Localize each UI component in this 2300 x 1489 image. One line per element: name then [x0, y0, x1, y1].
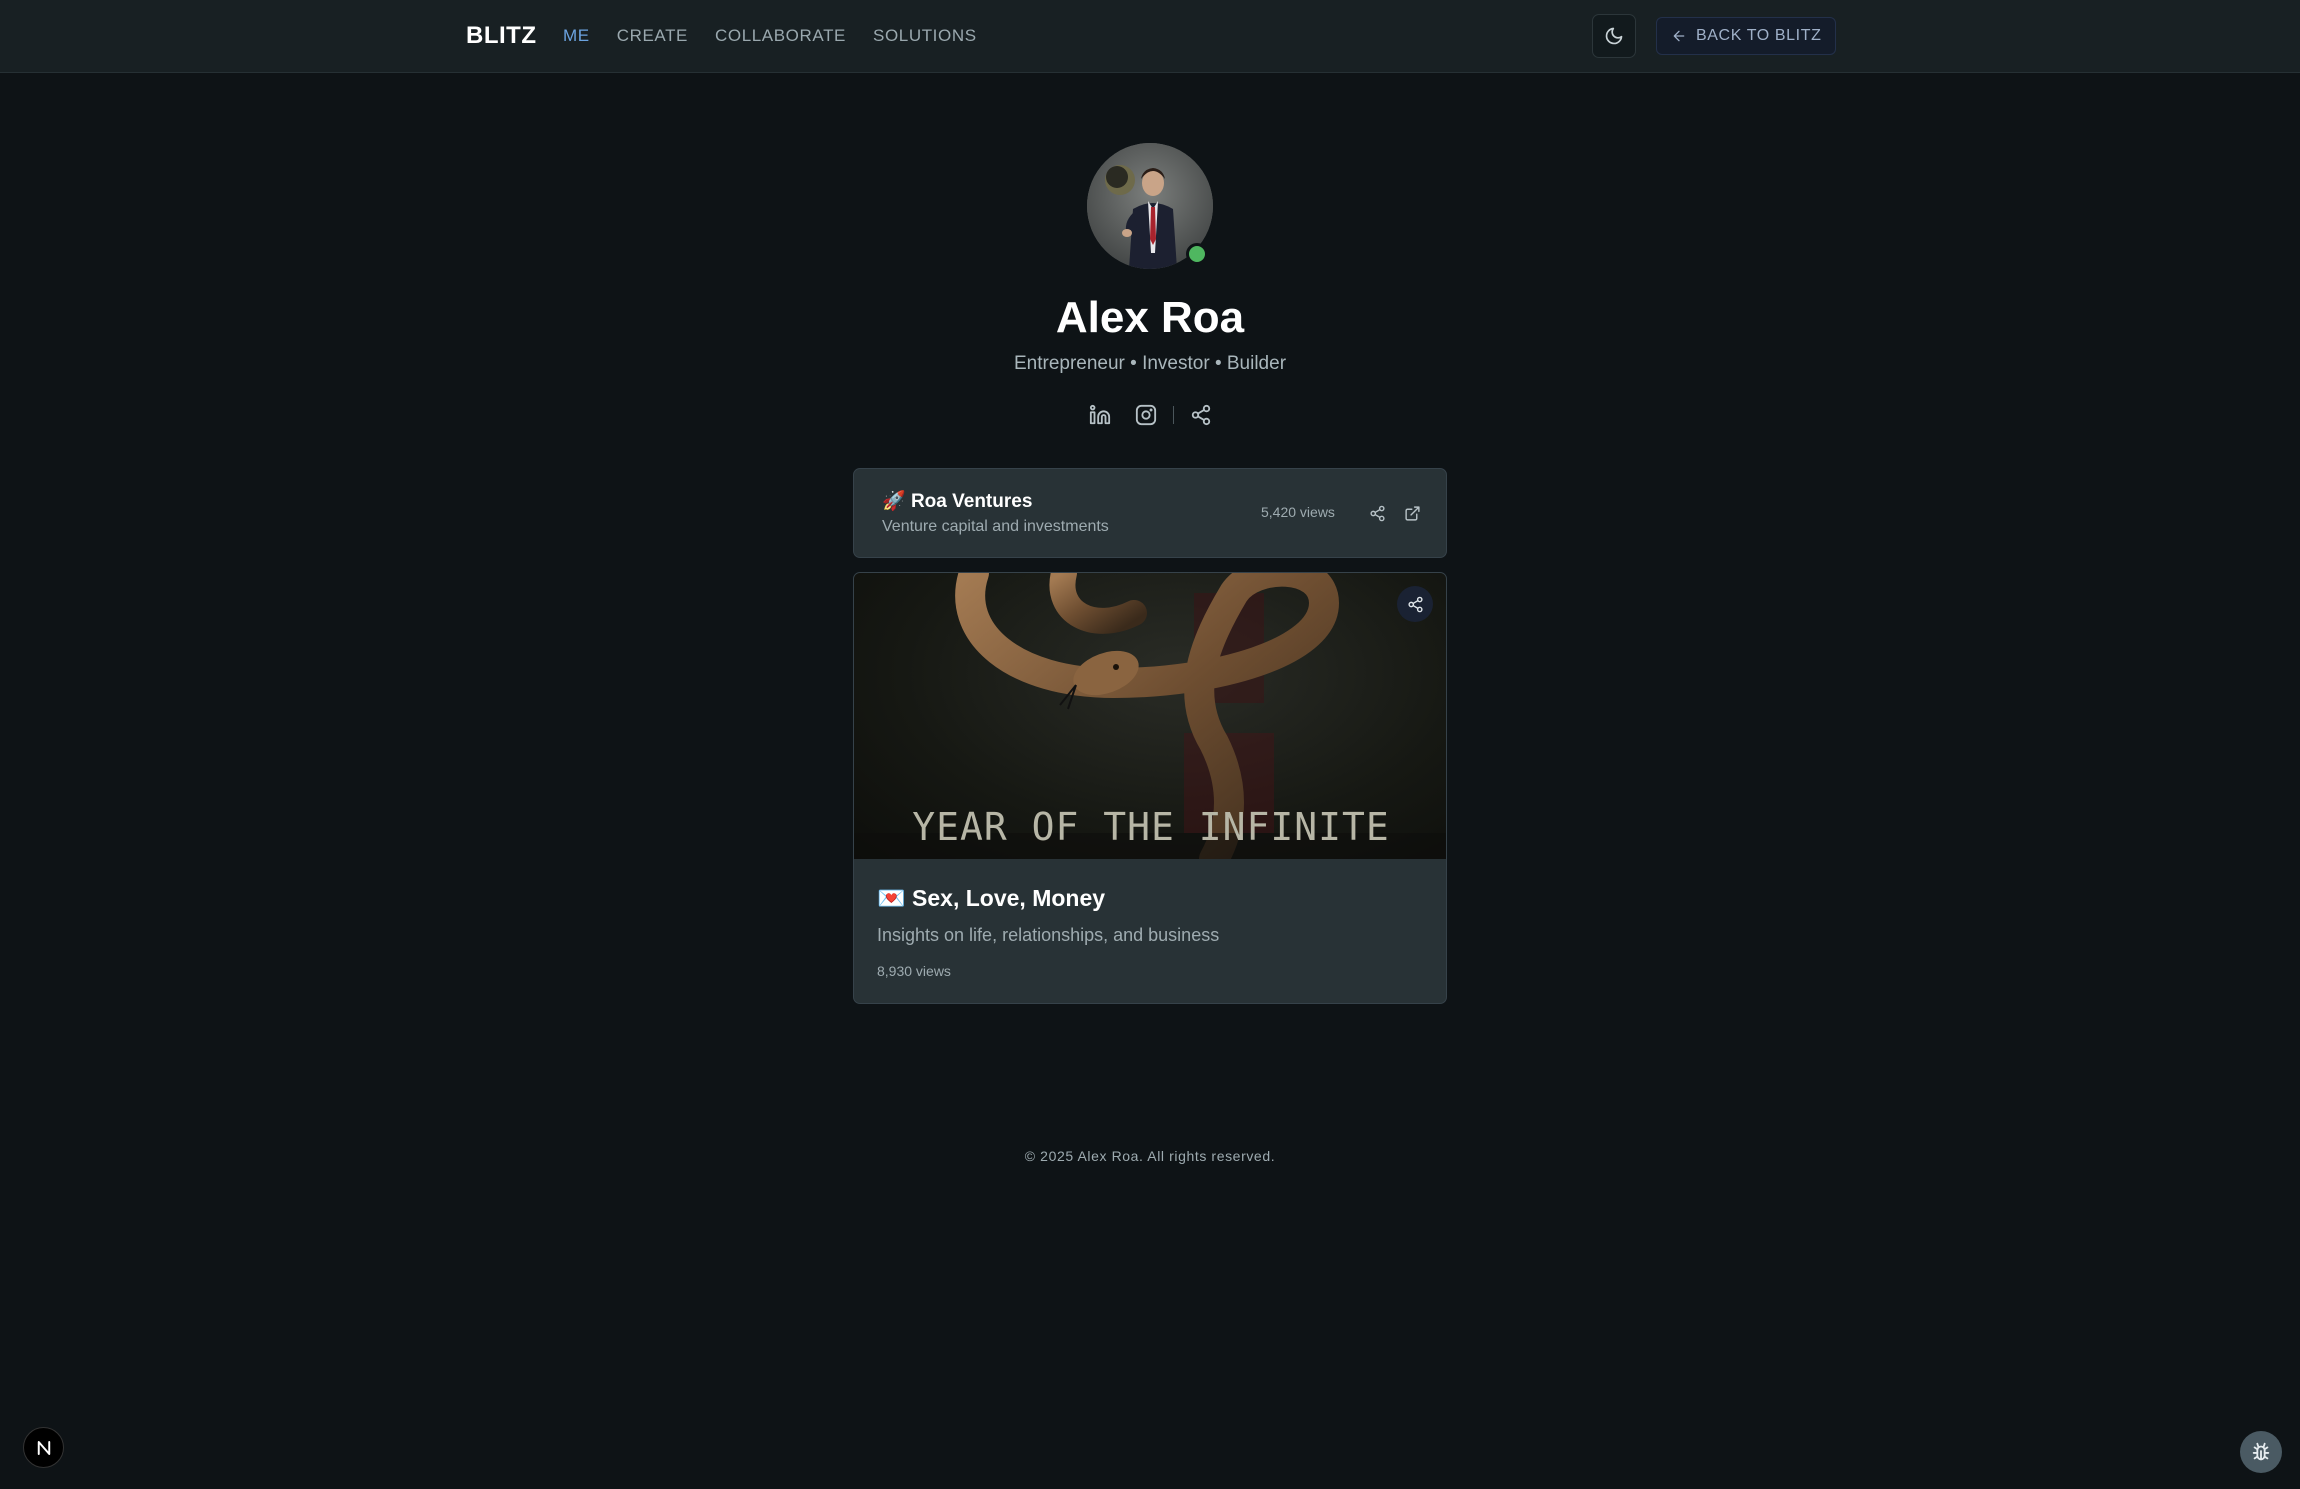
share-icon	[1407, 596, 1423, 612]
profile-name: Alex Roa	[1055, 293, 1245, 342]
share-profile-button[interactable]	[1186, 400, 1216, 430]
footer-copyright: © 2025 Alex Roa. All rights reserved.	[1024, 1148, 1276, 1164]
social-divider	[1173, 406, 1174, 424]
nav-item-solutions[interactable]: SOLUTIONS	[873, 26, 977, 46]
main-nav: ME CREATE COLLABORATE SOLUTIONS	[563, 26, 977, 46]
nav-item-create[interactable]: CREATE	[617, 26, 688, 46]
link-card-roa-ventures[interactable]: 🚀 Roa Ventures Venture capital and inves…	[853, 468, 1447, 558]
instagram-link[interactable]	[1131, 400, 1161, 430]
top-navbar: BLITZ ME CREATE COLLABORATE SOLUTIONS BA…	[0, 0, 2300, 73]
card-share-button[interactable]	[1365, 501, 1389, 525]
social-links	[1085, 400, 1216, 430]
external-link-icon	[1404, 505, 1420, 521]
arrow-left-icon	[1673, 30, 1685, 42]
card-open-external-button[interactable]	[1400, 501, 1424, 525]
share-icon	[1369, 505, 1385, 521]
card-description: Venture capital and investments	[882, 518, 1109, 535]
debug-button[interactable]	[2240, 1431, 2282, 1473]
card-title: 💌 Sex, Love, Money	[877, 885, 1106, 911]
nextjs-dev-badge[interactable]	[23, 1427, 64, 1468]
linkedin-icon	[1089, 404, 1111, 425]
linkedin-link[interactable]	[1085, 400, 1115, 430]
nav-item-collaborate[interactable]: COLLABORATE	[715, 26, 846, 46]
brand-logo[interactable]: BLITZ	[466, 22, 536, 50]
n-logo-icon	[37, 1440, 50, 1455]
love-letter-icon: 💌	[877, 885, 906, 911]
bug-icon	[2252, 1442, 2270, 1461]
theme-toggle-button[interactable]	[1592, 14, 1636, 58]
share-icon	[1191, 404, 1211, 426]
card-description: Insights on life, relationships, and bus…	[877, 925, 1220, 945]
instagram-icon	[1135, 404, 1157, 426]
back-button-label: BACK TO BLITZ	[1696, 27, 1822, 44]
link-card-sex-love-money[interactable]: YEAR OF THE INFINITE 💌 Sex, Love, Money …	[853, 572, 1447, 1004]
card-views: 5,420 views	[1261, 504, 1335, 520]
card-cover-image: YEAR OF THE INFINITE	[854, 573, 1446, 859]
rocket-icon: 🚀	[882, 491, 906, 512]
back-to-blitz-button[interactable]: BACK TO BLITZ	[1656, 17, 1837, 55]
cover-share-button[interactable]	[1397, 586, 1433, 622]
online-status-indicator	[1186, 243, 1208, 265]
cover-title-text: YEAR OF THE INFINITE	[912, 805, 1390, 849]
card-views: 8,930 views	[877, 963, 951, 979]
profile-tagline: Entrepreneur • Investor • Builder	[1013, 353, 1287, 374]
nav-item-me[interactable]: ME	[563, 26, 590, 46]
card-title: 🚀 Roa Ventures	[882, 491, 1033, 512]
moon-icon	[1605, 27, 1623, 45]
